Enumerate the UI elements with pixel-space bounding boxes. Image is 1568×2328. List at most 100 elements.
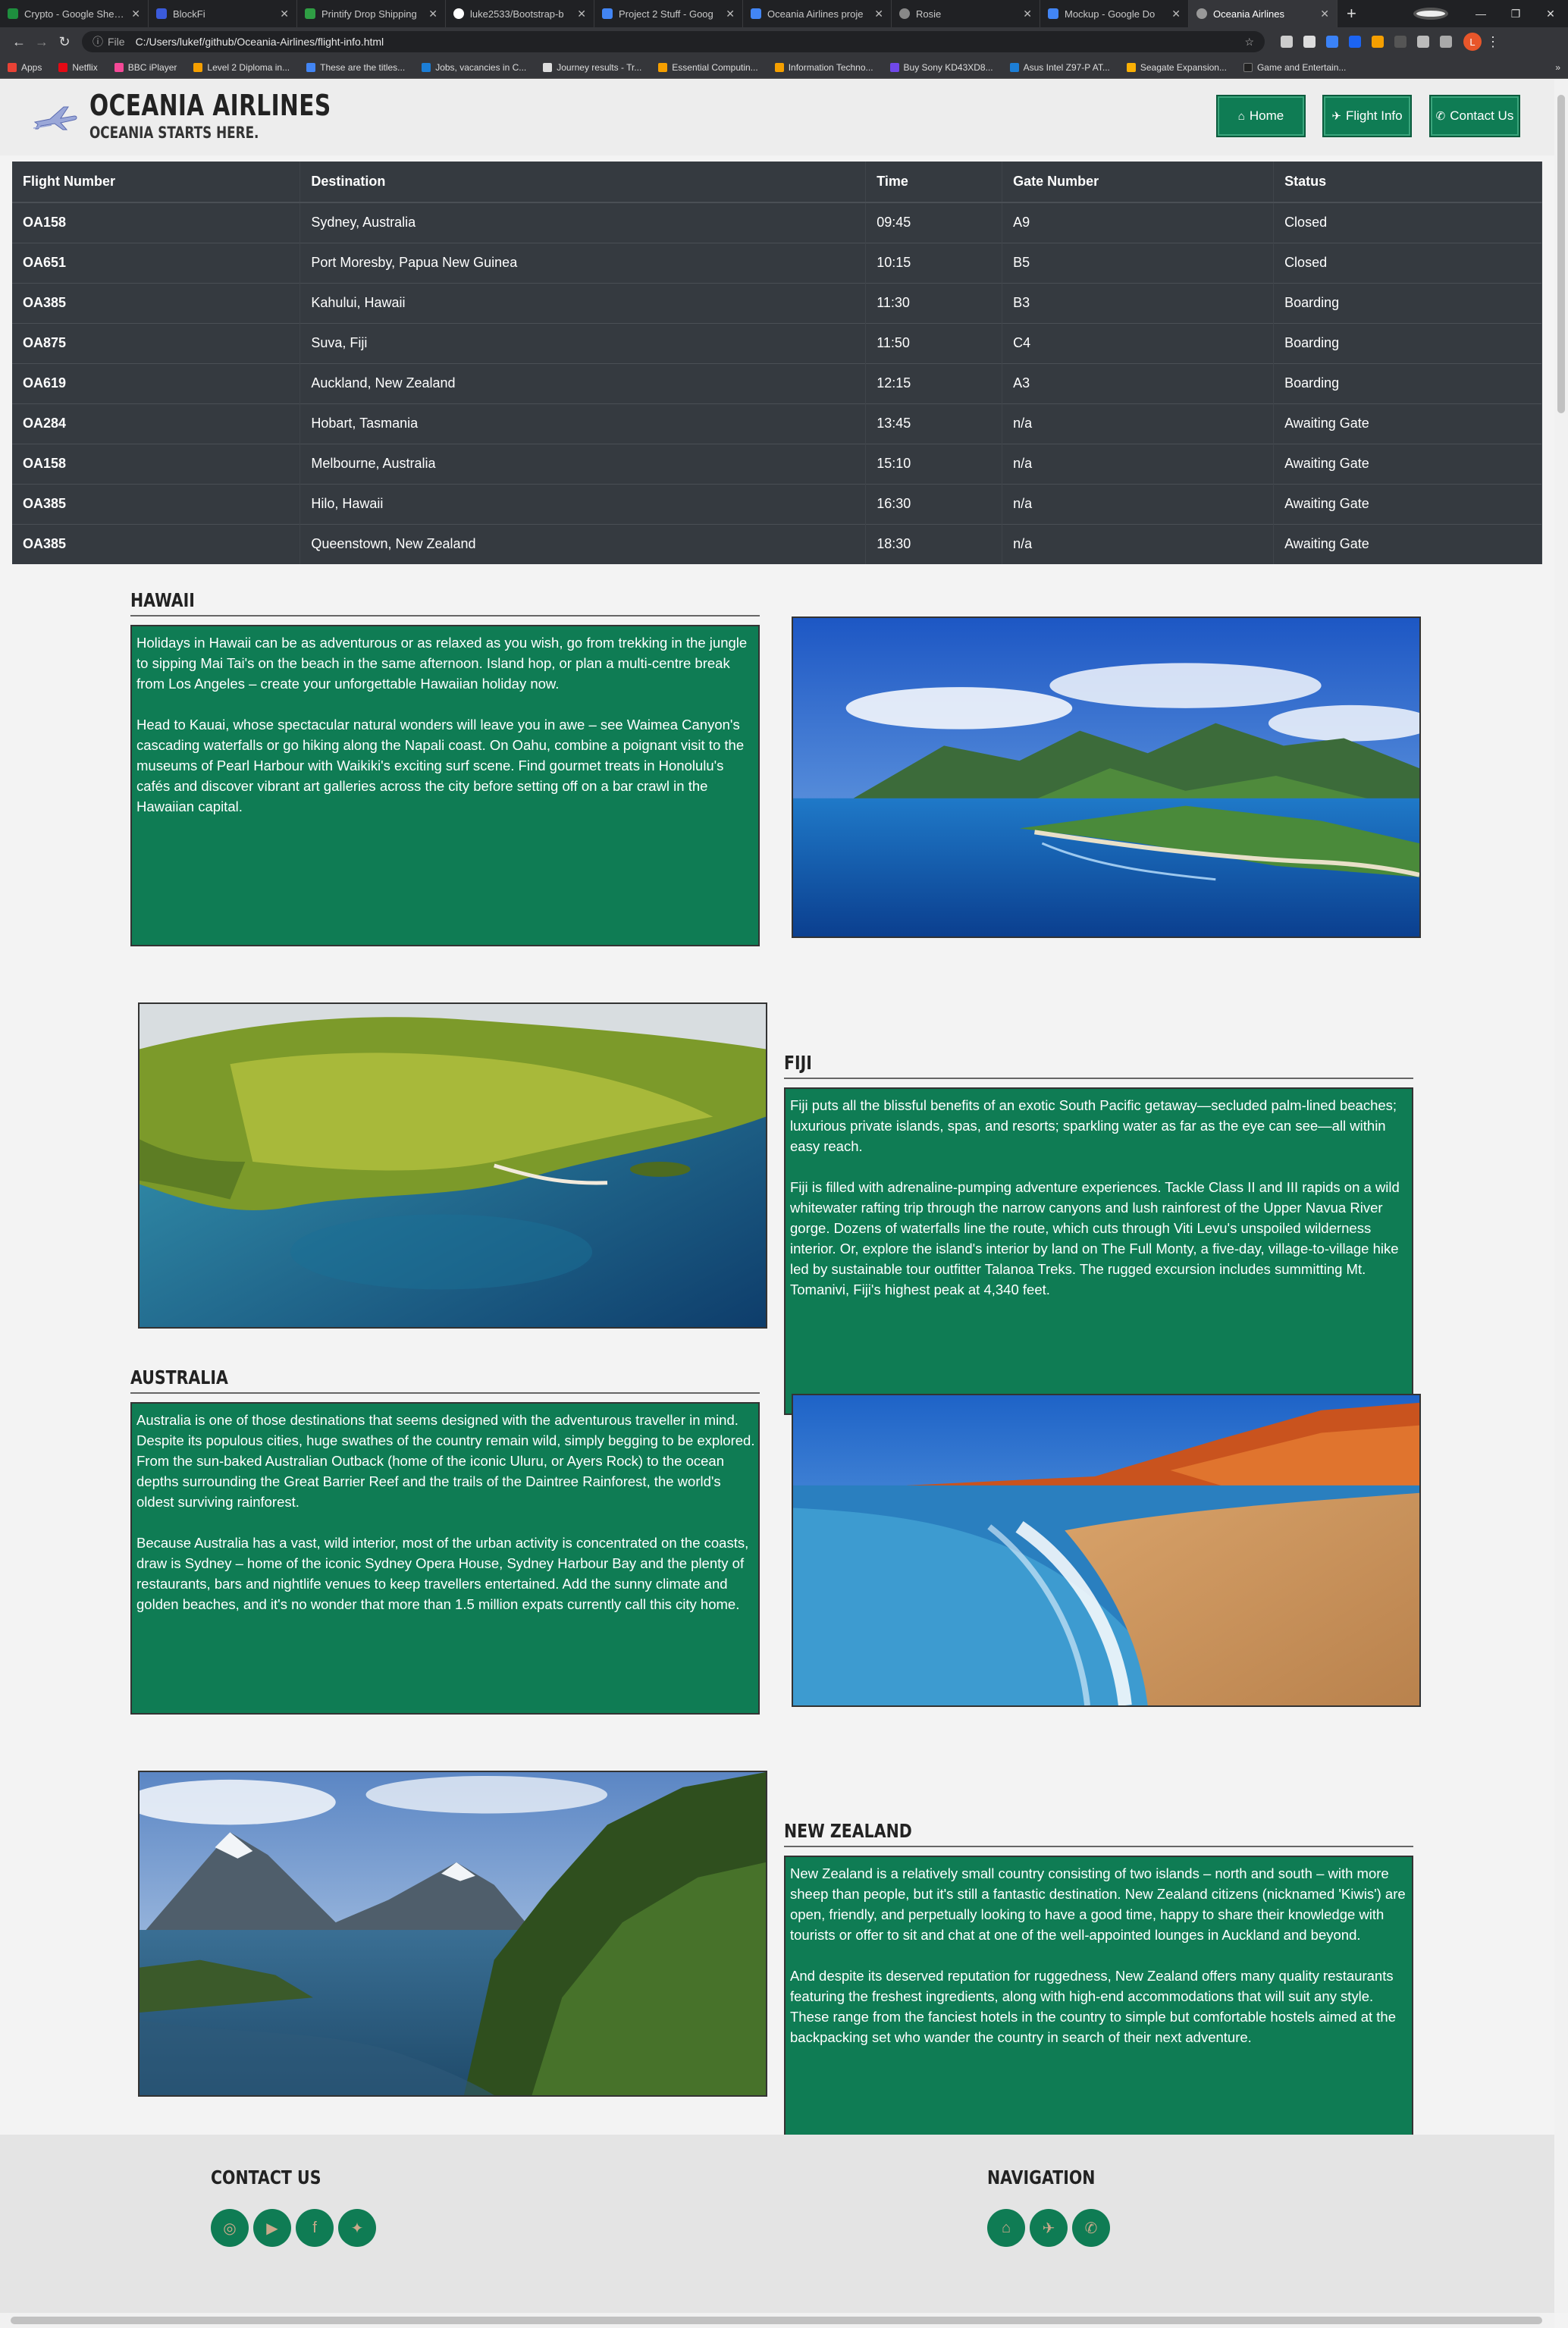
flight-info-nav-label: Flight Info bbox=[1345, 108, 1403, 123]
extension-icon[interactable] bbox=[1303, 36, 1316, 48]
gate-cell: n/a bbox=[1002, 403, 1275, 444]
browser-tab[interactable]: BlockFi ✕ bbox=[149, 0, 297, 27]
vertical-scrollbar[interactable] bbox=[1554, 80, 1568, 2313]
home-icon[interactable]: ⌂ bbox=[987, 2209, 1025, 2247]
bookmark-label: Game and Entertain... bbox=[1256, 61, 1347, 73]
column-header: Flight Number bbox=[12, 162, 301, 203]
bookmark-item[interactable]: BBC iPlayer bbox=[114, 62, 177, 73]
brand-name[interactable]: OCEANIA AIRLINES bbox=[89, 89, 331, 122]
profile-avatar[interactable]: L bbox=[1463, 33, 1482, 51]
close-tab-icon[interactable]: ✕ bbox=[1171, 8, 1181, 20]
fiji-divider bbox=[784, 1078, 1413, 1079]
browser-tab[interactable]: Project 2 Stuff - Goog ✕ bbox=[594, 0, 743, 27]
close-tab-icon[interactable]: ✕ bbox=[428, 8, 437, 20]
bookmark-item[interactable]: Apps bbox=[8, 62, 42, 73]
hawaii-text-box: Holidays in Hawaii can be as adventurous… bbox=[130, 625, 760, 946]
bookmark-item[interactable]: Netflix bbox=[58, 62, 98, 73]
forward-icon[interactable]: → bbox=[30, 34, 53, 50]
extension-icon[interactable] bbox=[1281, 36, 1293, 48]
horizontal-scrollbar[interactable] bbox=[0, 2313, 1554, 2328]
close-tab-icon[interactable]: ✕ bbox=[577, 8, 586, 20]
scrollbar-thumb[interactable] bbox=[1557, 95, 1565, 413]
reload-icon[interactable]: ↻ bbox=[53, 34, 76, 50]
table-row: OA158 Melbourne, Australia 15:10 n/a Awaitin… bbox=[12, 443, 1542, 484]
more-bookmarks-icon[interactable]: » bbox=[1555, 62, 1560, 73]
table-row: OA385 Kahului, Hawaii 11:30 B3 Boarding bbox=[12, 282, 1542, 323]
tab-title: Project 2 Stuff - Goog bbox=[619, 8, 713, 20]
airline-logo-icon[interactable] bbox=[33, 102, 79, 133]
twitter-icon[interactable]: ✦ bbox=[338, 2209, 376, 2247]
column-header: Gate Number bbox=[1002, 162, 1275, 203]
hawaii-coast-image bbox=[792, 617, 1421, 938]
bookmark-favicon-icon bbox=[193, 62, 203, 72]
scrollbar-thumb[interactable] bbox=[11, 2317, 1542, 2324]
bookmark-item[interactable]: These are the titles... bbox=[306, 62, 405, 73]
extension-icon[interactable] bbox=[1349, 36, 1361, 48]
tab-title: Rosie bbox=[916, 8, 942, 20]
browser-tab[interactable]: Printify Drop Shipping ✕ bbox=[297, 0, 446, 27]
browser-tab[interactable]: Rosie ✕ bbox=[892, 0, 1040, 27]
browser-tab[interactable]: Crypto - Google Sheets ✕ bbox=[0, 0, 149, 27]
flight-number-cell: OA284 bbox=[12, 403, 301, 444]
browser-tab[interactable]: Mockup - Google Do ✕ bbox=[1040, 0, 1189, 27]
bookmark-item[interactable]: Game and Entertain... bbox=[1243, 62, 1346, 73]
bookmark-item[interactable]: Seagate Expansion... bbox=[1126, 61, 1227, 73]
contact-nav-label: Contact Us bbox=[1450, 108, 1514, 123]
record-icon[interactable] bbox=[1413, 8, 1448, 20]
bookmark-item[interactable]: Information Techno... bbox=[774, 62, 873, 73]
bookmark-item[interactable]: Essential Computin... bbox=[658, 62, 758, 73]
restore-icon[interactable]: ❐ bbox=[1498, 8, 1533, 20]
bookmark-favicon-icon bbox=[1126, 62, 1136, 72]
globe-favicon-icon bbox=[1196, 8, 1207, 19]
flight-number-cell: OA158 bbox=[12, 443, 301, 484]
minimize-icon[interactable]: — bbox=[1463, 8, 1498, 20]
back-icon[interactable]: ← bbox=[8, 34, 30, 50]
table-header-row: Flight Number Destination Time Gate Numb… bbox=[12, 162, 1542, 203]
bookmark-label: Seagate Expansion... bbox=[1140, 61, 1227, 73]
gate-cell: C4 bbox=[1002, 322, 1275, 363]
extension-icon[interactable] bbox=[1372, 36, 1384, 48]
contact-nav-button[interactable]: ✆ Contact Us bbox=[1429, 95, 1520, 137]
bookmark-item[interactable]: Buy Sony KD43XD8... bbox=[889, 62, 993, 73]
home-nav-button[interactable]: ⌂ Home bbox=[1216, 95, 1306, 137]
reading-list-icon[interactable] bbox=[1440, 36, 1452, 48]
instagram-icon[interactable]: ◎ bbox=[211, 2209, 249, 2247]
close-tab-icon[interactable]: ✕ bbox=[874, 8, 883, 20]
status-cell: Awaiting Gate bbox=[1273, 443, 1542, 484]
extension-icon[interactable] bbox=[1394, 36, 1406, 48]
youtube-icon[interactable]: ▶ bbox=[253, 2209, 291, 2247]
australia-text-box: Australia is one of those destinations t… bbox=[130, 1402, 760, 1715]
url-text[interactable]: C:/Users/lukef/github/Oceania-Airlines/f… bbox=[136, 36, 384, 48]
phone-icon[interactable]: ✆ bbox=[1072, 2209, 1110, 2247]
docs-favicon-icon bbox=[602, 8, 613, 19]
close-window-icon[interactable]: ✕ bbox=[1533, 8, 1568, 20]
tab-title: Oceania Airlines proje bbox=[767, 8, 864, 20]
bookmark-item[interactable]: Level 2 Diploma in... bbox=[193, 62, 290, 73]
browser-tab[interactable]: luke2533/Bootstrap-b ✕ bbox=[446, 0, 594, 27]
info-icon[interactable]: ⓘ bbox=[93, 34, 103, 49]
close-tab-icon[interactable]: ✕ bbox=[1023, 8, 1032, 20]
bookmark-star-icon[interactable]: ☆ bbox=[1244, 36, 1254, 49]
tab-title: BlockFi bbox=[173, 8, 205, 20]
browser-tab-active[interactable]: Oceania Airlines ✕ bbox=[1189, 0, 1338, 27]
bookmark-item[interactable]: Jobs, vacancies in C... bbox=[422, 62, 526, 73]
close-tab-icon[interactable]: ✕ bbox=[1320, 8, 1329, 20]
new-tab-icon[interactable]: + bbox=[1347, 4, 1356, 24]
flight-info-nav-button[interactable]: ✈ Flight Info bbox=[1322, 95, 1412, 137]
close-tab-icon[interactable]: ✕ bbox=[726, 8, 735, 20]
puzzle-icon[interactable] bbox=[1417, 36, 1429, 48]
plane-icon[interactable]: ✈ bbox=[1030, 2209, 1068, 2247]
column-header: Time bbox=[865, 162, 1003, 203]
facebook-icon[interactable]: f bbox=[296, 2209, 334, 2247]
bookmark-item[interactable]: Asus Intel Z97-P AT... bbox=[1009, 62, 1110, 73]
browser-tab[interactable]: Oceania Airlines proje ✕ bbox=[743, 0, 892, 27]
table-row: OA158 Sydney, Australia 09:45 A9 Closed bbox=[12, 202, 1542, 243]
bookmark-item[interactable]: Journey results - Tr... bbox=[543, 62, 641, 73]
extension-icon[interactable] bbox=[1326, 36, 1338, 48]
australia-divider bbox=[130, 1392, 760, 1394]
close-tab-icon[interactable]: ✕ bbox=[131, 8, 140, 20]
close-tab-icon[interactable]: ✕ bbox=[280, 8, 289, 20]
menu-kebab-icon[interactable]: ⋮ bbox=[1482, 34, 1504, 50]
url-field[interactable]: ⓘ File C:/Users/lukef/github/Oceania-Air… bbox=[82, 31, 1265, 52]
destination-cell: Queenstown, New Zealand bbox=[299, 523, 867, 564]
